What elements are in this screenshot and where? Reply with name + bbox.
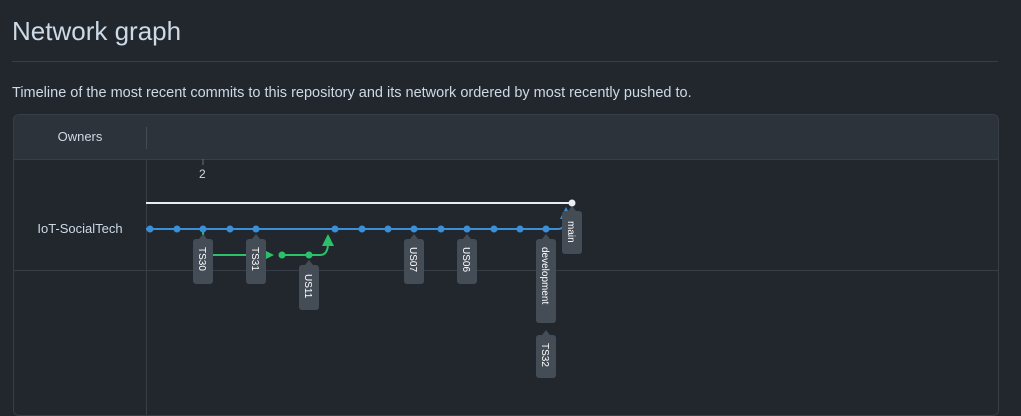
svg-text:US06: US06 xyxy=(460,247,471,272)
svg-text:TS32: TS32 xyxy=(539,343,550,367)
development-commit[interactable] xyxy=(226,225,234,233)
main-head-commit[interactable] xyxy=(568,199,576,207)
label-main[interactable]: main xyxy=(562,206,582,254)
label-development[interactable]: development xyxy=(536,234,556,323)
development-commit[interactable] xyxy=(437,225,445,233)
development-commit[interactable] xyxy=(358,225,366,233)
development-commit[interactable] xyxy=(410,225,418,233)
development-commit[interactable] xyxy=(490,225,498,233)
label-TS30[interactable]: TS30 xyxy=(193,234,213,284)
svg-text:US07: US07 xyxy=(407,247,418,272)
svg-text:US11: US11 xyxy=(302,274,313,299)
development-commit[interactable] xyxy=(516,225,524,233)
development-commit[interactable] xyxy=(384,225,392,233)
feature-commit[interactable] xyxy=(278,251,286,259)
svg-text:TS31: TS31 xyxy=(249,247,260,271)
label-US06[interactable]: US06 xyxy=(457,234,477,284)
network-graph-canvas[interactable]: 2 main TS30 TS31 US11 US07 US06 developm… xyxy=(0,0,1021,405)
svg-text:development: development xyxy=(539,247,550,304)
label-TS31[interactable]: TS31 xyxy=(246,234,266,284)
label-TS32[interactable]: TS32 xyxy=(536,330,556,378)
development-commit[interactable] xyxy=(252,225,260,233)
development-commit[interactable] xyxy=(146,225,154,233)
development-commit[interactable] xyxy=(331,225,339,233)
label-US07[interactable]: US07 xyxy=(404,234,424,284)
development-commit[interactable] xyxy=(199,225,207,233)
svg-text:TS30: TS30 xyxy=(196,247,207,271)
development-commit[interactable] xyxy=(542,225,550,233)
svg-text:main: main xyxy=(565,221,576,243)
label-US11[interactable]: US11 xyxy=(299,260,319,310)
feature-merge-line[interactable] xyxy=(309,234,334,256)
development-commit[interactable] xyxy=(463,225,471,233)
development-commit[interactable] xyxy=(173,225,181,233)
feature-commit[interactable] xyxy=(305,251,313,259)
date-label: 2 xyxy=(199,167,206,181)
